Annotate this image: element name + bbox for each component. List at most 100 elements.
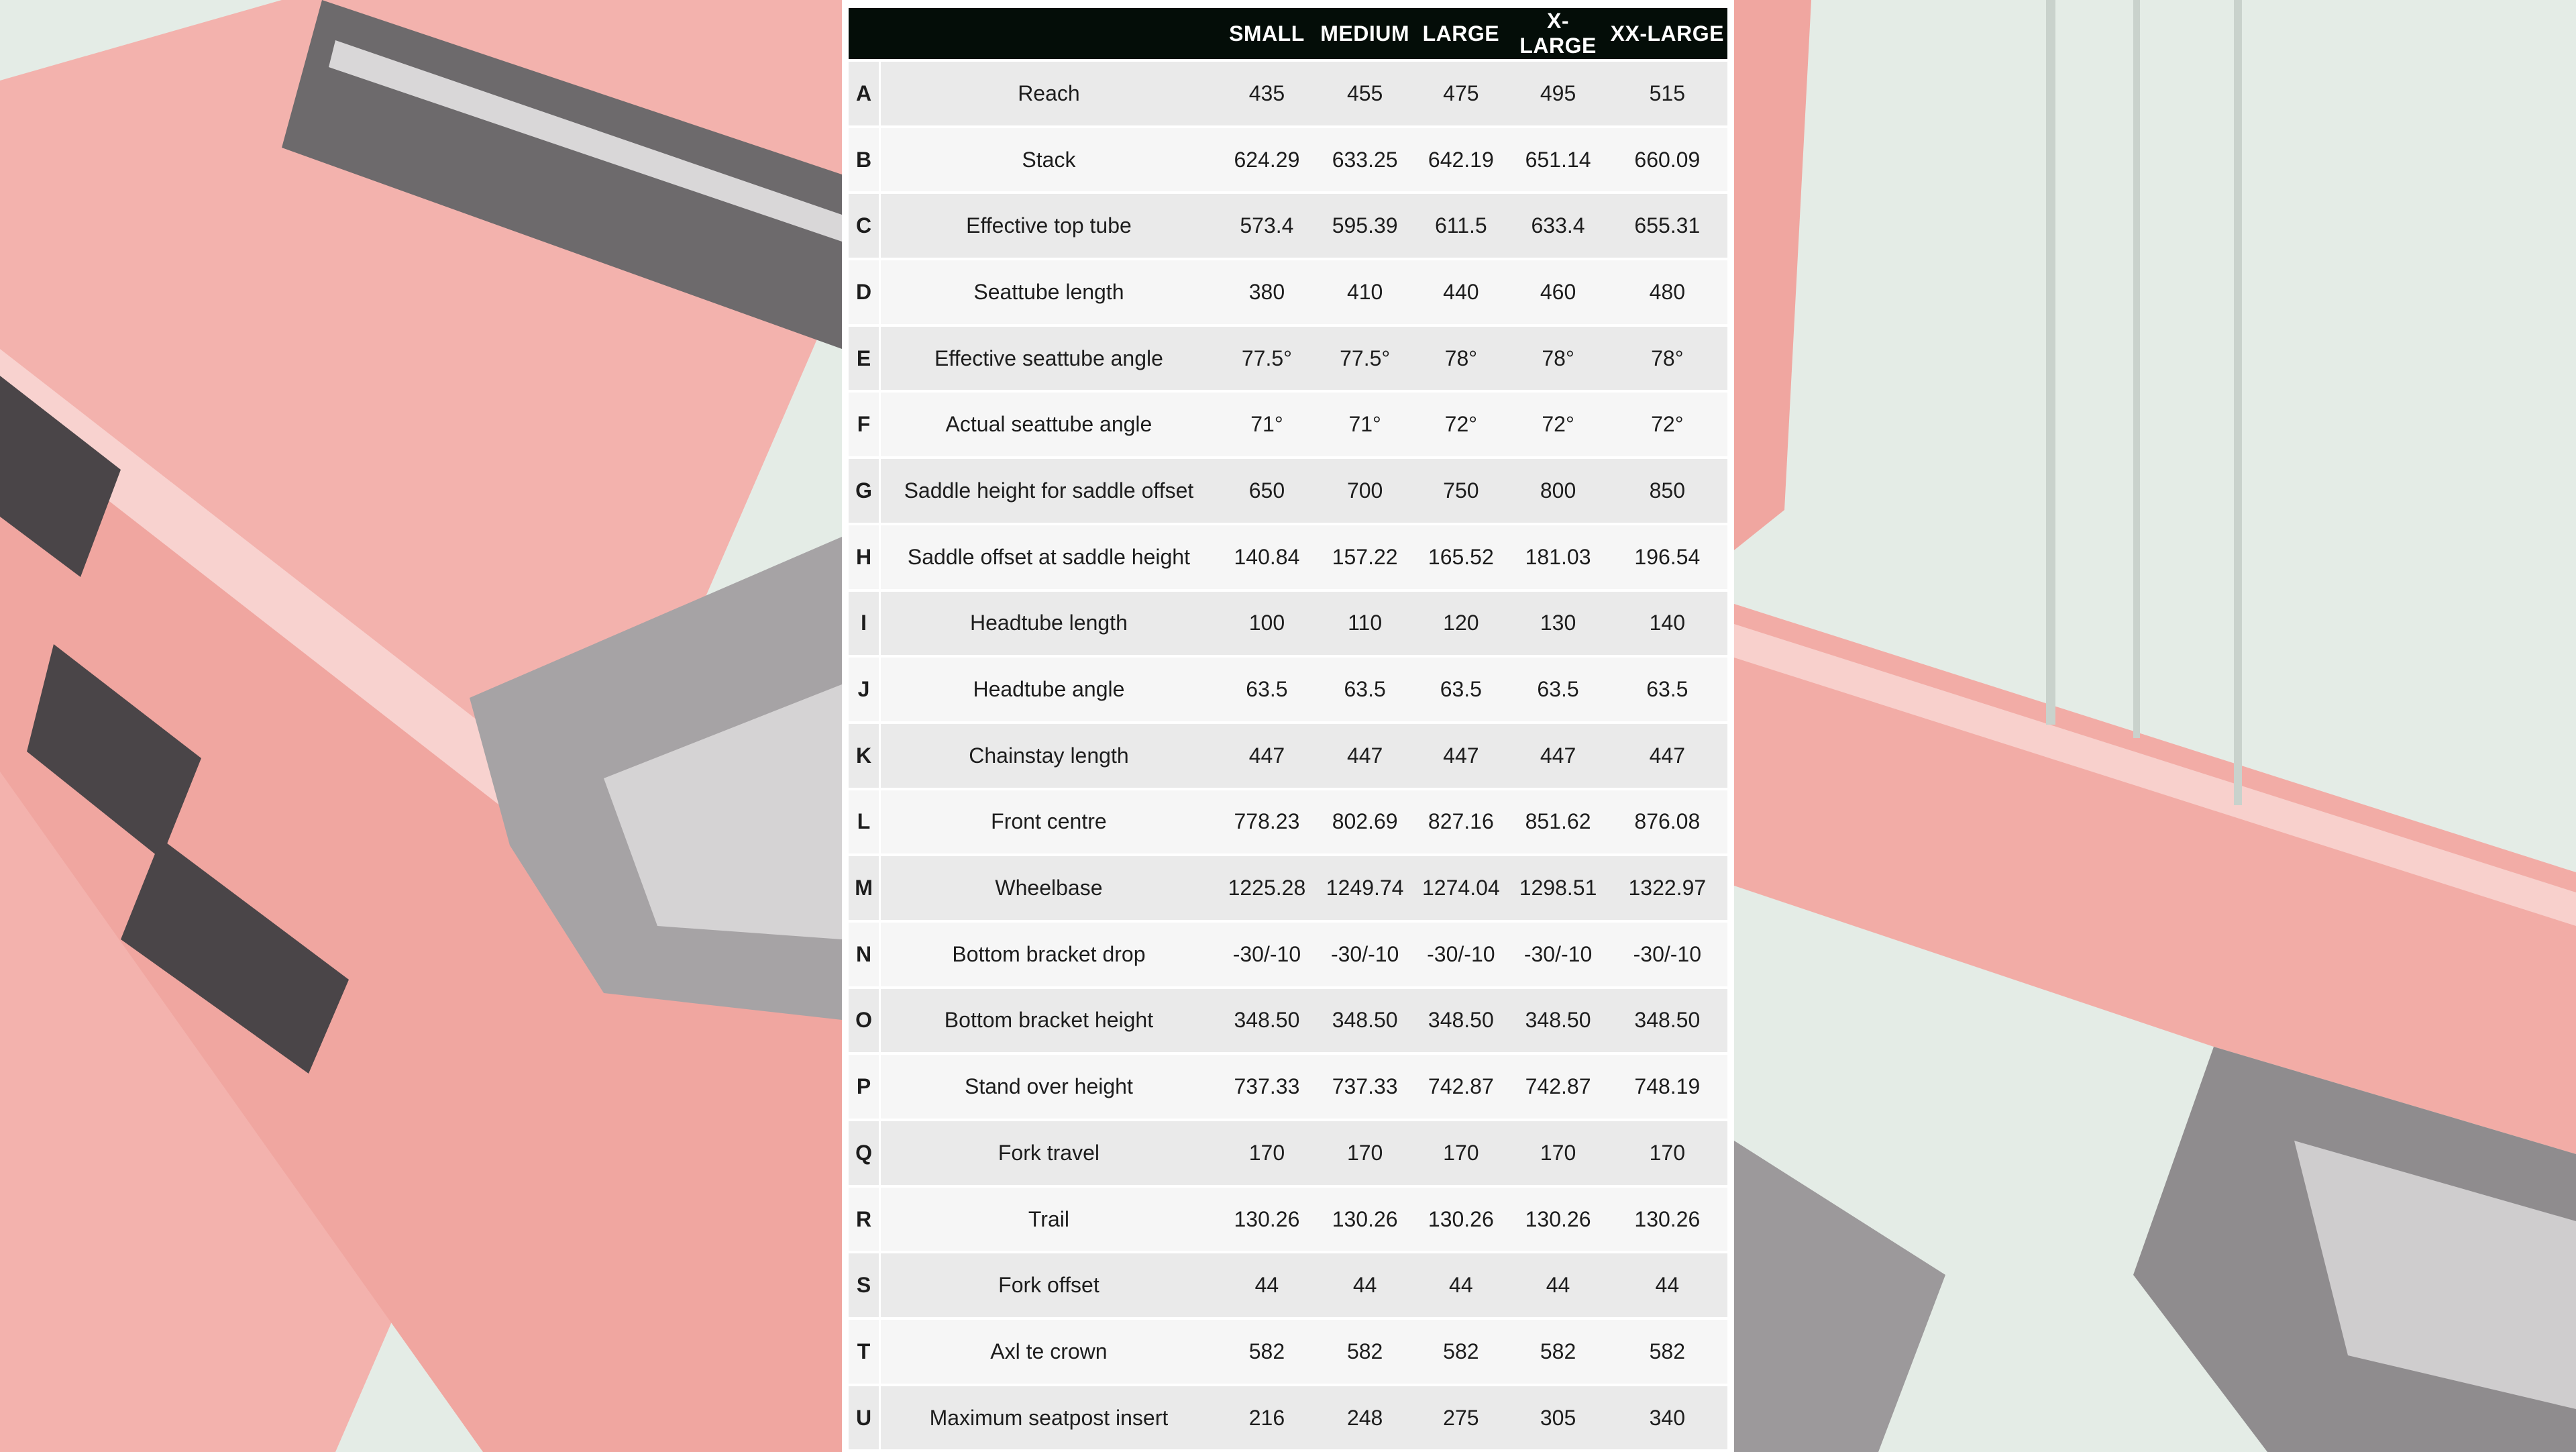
value-cell-large: 130.26 bbox=[1413, 1187, 1509, 1251]
value-cell-large: 170 bbox=[1413, 1121, 1509, 1185]
value-cell-xx-large: 196.54 bbox=[1607, 525, 1727, 589]
table-row: I Headtube length 100 110 120 130 140 bbox=[849, 591, 1727, 656]
row-letter: F bbox=[849, 393, 881, 457]
value-cell-small: 1225.28 bbox=[1216, 856, 1318, 920]
value-cell-xx-large: 655.31 bbox=[1607, 194, 1727, 258]
table-row: G Saddle height for saddle offset 650 700 75… bbox=[849, 459, 1727, 523]
row-label: Fork travel bbox=[881, 1121, 1217, 1185]
value-cell-large: 120 bbox=[1413, 591, 1509, 656]
value-cell-small: 573.4 bbox=[1216, 194, 1318, 258]
value-cell-small: 380 bbox=[1216, 260, 1318, 324]
row-letter: A bbox=[849, 62, 881, 125]
value-cell-medium: 737.33 bbox=[1317, 1055, 1413, 1119]
value-cell-medium: 455 bbox=[1317, 62, 1413, 125]
value-cell-xx-large: 340 bbox=[1607, 1386, 1727, 1450]
table-row: F Actual seattube angle 71° 71° 72° 72° 72° bbox=[849, 393, 1727, 457]
row-letter: N bbox=[849, 922, 881, 986]
row-letter: O bbox=[849, 988, 881, 1053]
row-label: Bottom bracket drop bbox=[881, 922, 1217, 986]
row-letter: H bbox=[849, 525, 881, 589]
row-letter: R bbox=[849, 1187, 881, 1251]
value-cell-small: 44 bbox=[1216, 1253, 1318, 1318]
row-label: Seattube length bbox=[881, 260, 1217, 324]
value-cell-medium: 63.5 bbox=[1317, 658, 1413, 721]
row-letter: I bbox=[849, 591, 881, 656]
value-cell-large: 63.5 bbox=[1413, 658, 1509, 721]
value-cell-xx-large: 515 bbox=[1607, 62, 1727, 125]
value-cell-medium: 802.69 bbox=[1317, 790, 1413, 854]
header-label-cell bbox=[881, 8, 1217, 59]
value-cell-medium: 248 bbox=[1317, 1386, 1413, 1450]
value-cell-xx-large: 447 bbox=[1607, 723, 1727, 788]
value-cell-x-large: 1298.51 bbox=[1509, 856, 1607, 920]
value-cell-x-large: 582 bbox=[1509, 1320, 1607, 1384]
value-cell-small: 447 bbox=[1216, 723, 1318, 788]
row-label: Saddle offset at saddle height bbox=[881, 525, 1217, 589]
row-label: Effective top tube bbox=[881, 194, 1217, 258]
value-cell-small: 737.33 bbox=[1216, 1055, 1318, 1119]
value-cell-x-large: 63.5 bbox=[1509, 658, 1607, 721]
value-cell-small: 63.5 bbox=[1216, 658, 1318, 721]
header-size-medium: MEDIUM bbox=[1317, 8, 1413, 59]
value-cell-x-large: 348.50 bbox=[1509, 988, 1607, 1053]
value-cell-x-large: 851.62 bbox=[1509, 790, 1607, 854]
value-cell-small: 348.50 bbox=[1216, 988, 1318, 1053]
table-row: N Bottom bracket drop -30/-10 -30/-10 -30/-1… bbox=[849, 922, 1727, 986]
row-letter: D bbox=[849, 260, 881, 324]
row-label: Stack bbox=[881, 127, 1217, 192]
row-letter: U bbox=[849, 1386, 881, 1450]
row-label: Reach bbox=[881, 62, 1217, 125]
geometry-table-panel: SMALL MEDIUM LARGE X-LARGE XX-LARGE A Rea… bbox=[842, 0, 1734, 1452]
table-row: D Seattube length 380 410 440 460 480 bbox=[849, 260, 1727, 324]
value-cell-medium: 130.26 bbox=[1317, 1187, 1413, 1251]
row-letter: P bbox=[849, 1055, 881, 1119]
row-label: Effective seattube angle bbox=[881, 326, 1217, 391]
value-cell-x-large: 44 bbox=[1509, 1253, 1607, 1318]
table-row: S Fork offset 44 44 44 44 44 bbox=[849, 1253, 1727, 1318]
value-cell-xx-large: 850 bbox=[1607, 459, 1727, 523]
value-cell-medium: 582 bbox=[1317, 1320, 1413, 1384]
value-cell-medium: 71° bbox=[1317, 393, 1413, 457]
value-cell-xx-large: 582 bbox=[1607, 1320, 1727, 1384]
value-cell-large: -30/-10 bbox=[1413, 922, 1509, 986]
value-cell-medium: 410 bbox=[1317, 260, 1413, 324]
value-cell-large: 447 bbox=[1413, 723, 1509, 788]
value-cell-x-large: 170 bbox=[1509, 1121, 1607, 1185]
value-cell-medium: 633.25 bbox=[1317, 127, 1413, 192]
value-cell-medium: 700 bbox=[1317, 459, 1413, 523]
row-label: Stand over height bbox=[881, 1055, 1217, 1119]
value-cell-small: 77.5° bbox=[1216, 326, 1318, 391]
value-cell-small: 170 bbox=[1216, 1121, 1318, 1185]
value-cell-x-large: 633.4 bbox=[1509, 194, 1607, 258]
value-cell-x-large: 651.14 bbox=[1509, 127, 1607, 192]
value-cell-large: 78° bbox=[1413, 326, 1509, 391]
value-cell-x-large: 447 bbox=[1509, 723, 1607, 788]
row-letter: B bbox=[849, 127, 881, 192]
value-cell-large: 165.52 bbox=[1413, 525, 1509, 589]
table-row: O Bottom bracket height 348.50 348.50 348.50… bbox=[849, 988, 1727, 1053]
row-label: Headtube angle bbox=[881, 658, 1217, 721]
value-cell-x-large: 72° bbox=[1509, 393, 1607, 457]
row-label: Actual seattube angle bbox=[881, 393, 1217, 457]
value-cell-x-large: 460 bbox=[1509, 260, 1607, 324]
value-cell-x-large: 130.26 bbox=[1509, 1187, 1607, 1251]
value-cell-small: 650 bbox=[1216, 459, 1318, 523]
value-cell-xx-large: 348.50 bbox=[1607, 988, 1727, 1053]
table-row: L Front centre 778.23 802.69 827.16 851.62 876… bbox=[849, 790, 1727, 854]
table-row: E Effective seattube angle 77.5° 77.5° 78° 78… bbox=[849, 326, 1727, 391]
value-cell-xx-large: 78° bbox=[1607, 326, 1727, 391]
value-cell-large: 642.19 bbox=[1413, 127, 1509, 192]
value-cell-medium: 77.5° bbox=[1317, 326, 1413, 391]
row-letter: K bbox=[849, 723, 881, 788]
table-row: M Wheelbase 1225.28 1249.74 1274.04 1298.51 13… bbox=[849, 856, 1727, 920]
value-cell-medium: 170 bbox=[1317, 1121, 1413, 1185]
value-cell-small: 624.29 bbox=[1216, 127, 1318, 192]
header-size-x-large: X-LARGE bbox=[1509, 8, 1607, 59]
value-cell-x-large: 181.03 bbox=[1509, 525, 1607, 589]
table-row: R Trail 130.26 130.26 130.26 130.26 130.26 bbox=[849, 1187, 1727, 1251]
value-cell-small: 71° bbox=[1216, 393, 1318, 457]
row-label: Front centre bbox=[881, 790, 1217, 854]
row-label: Fork offset bbox=[881, 1253, 1217, 1318]
value-cell-large: 44 bbox=[1413, 1253, 1509, 1318]
value-cell-large: 275 bbox=[1413, 1386, 1509, 1450]
